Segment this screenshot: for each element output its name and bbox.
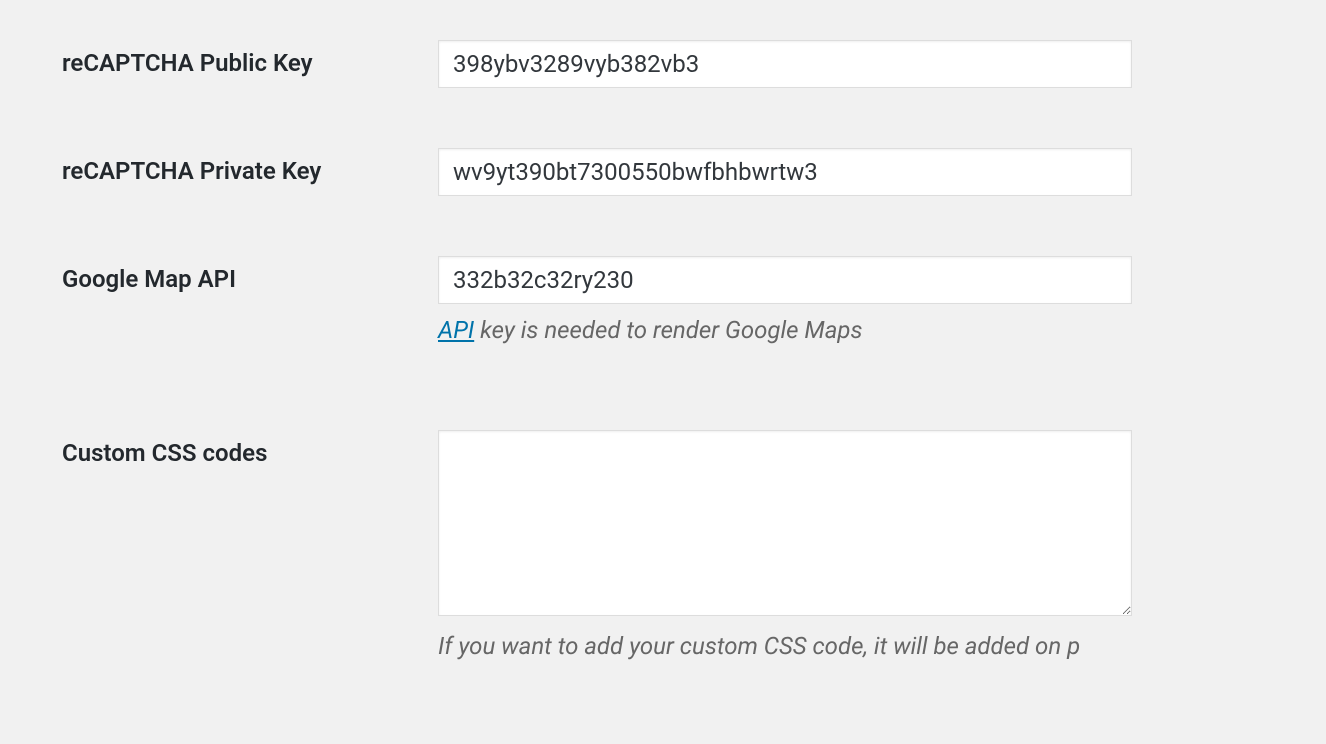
recaptcha-public-input[interactable]	[438, 40, 1132, 88]
row-recaptcha-public: reCAPTCHA Public Key	[0, 0, 1326, 108]
api-link[interactable]: API	[438, 316, 474, 344]
recaptcha-public-label: reCAPTCHA Public Key	[62, 49, 313, 77]
google-map-api-help-text: key is needed to render Google Maps	[474, 316, 862, 344]
custom-css-description: If you want to add your custom CSS code,…	[438, 630, 1326, 664]
settings-form-table: reCAPTCHA Public Key reCAPTCHA Private K…	[0, 0, 1326, 683]
google-map-api-label: Google Map API	[62, 265, 236, 293]
recaptcha-private-input[interactable]	[438, 148, 1132, 196]
custom-css-textarea[interactable]	[438, 430, 1132, 616]
row-custom-css: Custom CSS codes If you want to add your…	[0, 368, 1326, 684]
custom-css-label: Custom CSS codes	[62, 439, 267, 467]
row-google-map-api: Google Map API API key is needed to rend…	[0, 216, 1326, 368]
google-map-api-description: API key is needed to render Google Maps	[438, 314, 1326, 348]
row-recaptcha-private: reCAPTCHA Private Key	[0, 108, 1326, 216]
google-map-api-input[interactable]	[438, 256, 1132, 304]
recaptcha-private-label: reCAPTCHA Private Key	[62, 157, 321, 185]
